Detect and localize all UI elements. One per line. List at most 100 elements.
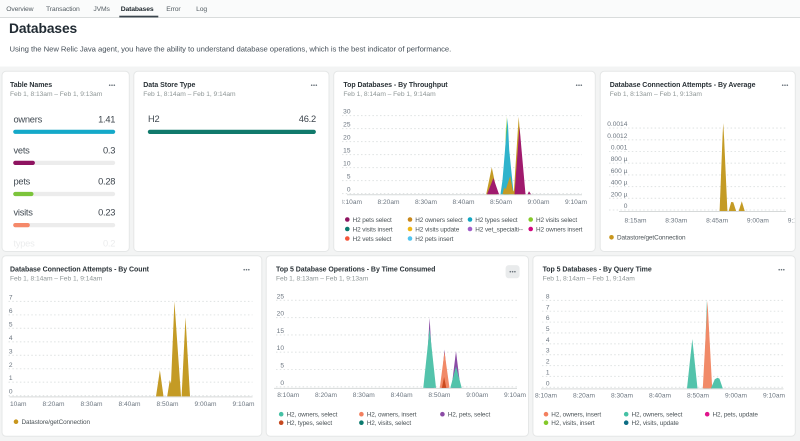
svg-text:8:20am: 8:20am <box>573 393 596 400</box>
svg-text:H2 pets select: H2 pets select <box>353 217 392 224</box>
svg-text:vets: vets <box>14 146 31 156</box>
svg-text:9:10am: 9:10am <box>565 199 588 206</box>
svg-text:10: 10 <box>343 161 351 168</box>
svg-text:8:40am: 8:40am <box>453 199 476 206</box>
svg-text:H2, owners, insert: H2, owners, insert <box>551 412 601 419</box>
svg-text:4: 4 <box>9 335 13 342</box>
svg-text:1: 1 <box>546 369 550 376</box>
svg-text:8:10am: 8:10am <box>535 393 558 400</box>
svg-text:9:00am: 9:00am <box>528 199 551 206</box>
svg-text:0: 0 <box>546 380 550 387</box>
svg-text:8:10am: 8:10am <box>277 392 300 399</box>
svg-text:6: 6 <box>9 308 13 315</box>
svg-text:8:50am: 8:50am <box>157 401 180 408</box>
svg-text:0.2: 0.2 <box>103 239 115 249</box>
svg-text:0: 0 <box>624 203 628 210</box>
svg-text:9:00am: 9:00am <box>747 218 770 225</box>
svg-text:owners: owners <box>14 114 43 124</box>
svg-text:Databases: Databases <box>9 21 78 36</box>
svg-text:H2, owners, insert: H2, owners, insert <box>367 412 417 419</box>
svg-text:H2, pets, update: H2, pets, update <box>713 412 759 419</box>
svg-text:Database Connection Attempts -: Database Connection Attempts - By Averag… <box>610 82 756 89</box>
svg-text:8:20am: 8:20am <box>315 392 338 399</box>
svg-text:2: 2 <box>9 362 13 369</box>
svg-text:6: 6 <box>546 315 550 322</box>
svg-text:H2 visits insert: H2 visits insert <box>353 226 393 233</box>
svg-text:H2, visits, select: H2, visits, select <box>367 420 412 427</box>
svg-text:1: 1 <box>9 375 13 382</box>
svg-text:7: 7 <box>546 304 550 311</box>
svg-text:9:10am: 9:10am <box>763 393 786 400</box>
svg-text:0: 0 <box>280 380 284 387</box>
svg-text:Databases: Databases <box>121 6 154 13</box>
svg-text:3: 3 <box>546 348 550 355</box>
svg-text:3: 3 <box>9 348 13 355</box>
svg-text:Error: Error <box>166 6 181 13</box>
svg-text:Feb 1, 8:14am – Feb 1, 9:14am: Feb 1, 8:14am – Feb 1, 9:14am <box>143 91 236 98</box>
svg-text:9:10am: 9:10am <box>233 401 256 408</box>
svg-text:Feb 1, 8:13am – Feb 1, 9:13am: Feb 1, 8:13am – Feb 1, 9:13am <box>276 276 369 283</box>
svg-text:H2 types select: H2 types select <box>475 217 518 224</box>
svg-text:Transaction: Transaction <box>46 6 80 13</box>
svg-text:8:30am: 8:30am <box>665 218 688 225</box>
svg-text:H2 vets select: H2 vets select <box>353 236 392 243</box>
svg-text:H2 pets insert: H2 pets insert <box>415 236 453 243</box>
svg-text:visits: visits <box>14 208 34 218</box>
svg-text:9:00am: 9:00am <box>466 392 489 399</box>
svg-text:Feb 1, 8:13am – Feb 1, 9:13am: Feb 1, 8:13am – Feb 1, 9:13am <box>610 91 703 98</box>
svg-text:Table Names: Table Names <box>10 82 52 89</box>
svg-text:9:00am: 9:00am <box>195 401 218 408</box>
svg-text:8:50am: 8:50am <box>428 392 451 399</box>
svg-text:0.3: 0.3 <box>103 146 115 156</box>
svg-text:0.0012: 0.0012 <box>607 133 628 140</box>
svg-text:5: 5 <box>347 174 351 181</box>
svg-text:Feb 1, 8:14am – Feb 1, 9:14am: Feb 1, 8:14am – Feb 1, 9:14am <box>343 91 436 98</box>
svg-text:pets: pets <box>14 177 31 187</box>
svg-text:25: 25 <box>343 122 351 129</box>
svg-text:5: 5 <box>9 321 13 328</box>
svg-text:0.28: 0.28 <box>98 177 115 187</box>
svg-text:800 µ: 800 µ <box>611 156 628 163</box>
svg-text:Database Connection Attempts -: Database Connection Attempts - By Count <box>10 266 150 273</box>
svg-text:200 µ: 200 µ <box>611 191 628 198</box>
svg-text:H2, owners, select: H2, owners, select <box>287 412 338 419</box>
svg-text:Top 5 Databases - By Query Tim: Top 5 Databases - By Query Time <box>543 266 652 273</box>
svg-text:8:20am: 8:20am <box>378 199 401 206</box>
svg-text:9:10am: 9:10am <box>504 392 527 399</box>
svg-text:H2, visits, insert: H2, visits, insert <box>551 420 595 427</box>
svg-text:Using the New Relic Java agent: Using the New Relic Java agent, you have… <box>10 45 452 54</box>
svg-text:8:40am: 8:40am <box>391 392 414 399</box>
svg-text:30: 30 <box>343 109 351 116</box>
svg-text:Datastore/getConnection: Datastore/getConnection <box>22 419 91 426</box>
svg-text:types: types <box>14 239 36 249</box>
svg-text:5: 5 <box>280 363 284 370</box>
svg-text:9:00am: 9:00am <box>725 393 748 400</box>
svg-text:Datastore/getConnection: Datastore/getConnection <box>617 235 686 242</box>
svg-text:600 µ: 600 µ <box>611 168 628 175</box>
svg-text:25: 25 <box>277 293 285 300</box>
svg-text:0: 0 <box>9 389 13 396</box>
svg-text:Feb 1, 8:14am – Feb 1, 9:14am: Feb 1, 8:14am – Feb 1, 9:14am <box>10 276 103 283</box>
svg-text:8: 8 <box>546 293 550 300</box>
svg-text:15: 15 <box>277 328 285 335</box>
svg-text:8:40am: 8:40am <box>649 393 672 400</box>
svg-text:2: 2 <box>546 359 550 366</box>
svg-text:8:30am: 8:30am <box>353 392 376 399</box>
svg-text:H2, types, select: H2, types, select <box>287 420 333 427</box>
svg-text:H2, pets, select: H2, pets, select <box>448 412 491 419</box>
svg-text:8:30am: 8:30am <box>81 401 104 408</box>
svg-text:0: 0 <box>347 187 351 194</box>
svg-text:8:15am: 8:15am <box>625 218 648 225</box>
svg-text:4: 4 <box>546 337 550 344</box>
svg-text:7: 7 <box>9 294 13 301</box>
svg-text:8:20am: 8:20am <box>43 401 66 408</box>
svg-text:H2: H2 <box>148 114 159 124</box>
svg-text:Overview: Overview <box>6 6 33 13</box>
svg-text:Top Databases - By Throughput: Top Databases - By Throughput <box>343 82 448 89</box>
svg-text:Data Store Type: Data Store Type <box>143 82 195 89</box>
svg-text:H2 vet_specialti--: H2 vet_specialti-- <box>475 226 523 233</box>
svg-text:8:45am: 8:45am <box>706 218 729 225</box>
svg-text:Log: Log <box>196 6 207 13</box>
svg-text:Feb 1, 8:13am – Feb 1, 9:13am: Feb 1, 8:13am – Feb 1, 9:13am <box>10 91 103 98</box>
svg-text:H2 owners select: H2 owners select <box>415 217 463 224</box>
